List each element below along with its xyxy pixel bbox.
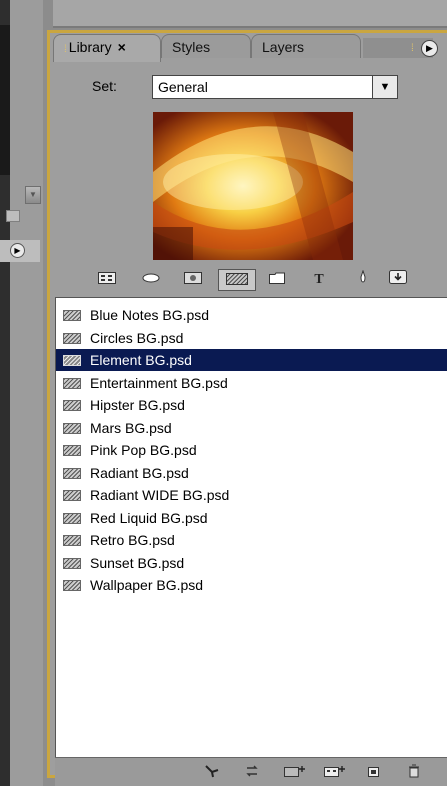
bottom-toolbar: [55, 757, 447, 786]
psd-file-icon: [63, 445, 81, 456]
tab-layers-label: Layers: [262, 39, 305, 55]
file-name: Hipster BG.psd: [90, 397, 185, 413]
panel-menu-icon[interactable]: ▶: [10, 243, 25, 258]
trash-icon[interactable]: [405, 764, 423, 780]
tab-library[interactable]: ⁞ Library ×: [53, 34, 161, 62]
close-icon[interactable]: ×: [118, 39, 126, 55]
panel-header: [53, 0, 447, 28]
apply-arrow-icon[interactable]: [203, 764, 221, 780]
tab-styles[interactable]: Styles: [161, 34, 251, 58]
file-name: Radiant WIDE BG.psd: [90, 487, 230, 503]
file-name: Pink Pop BG.psd: [90, 442, 197, 458]
psd-file-icon: [63, 400, 81, 411]
psd-file-icon: [63, 332, 81, 344]
psd-file-icon: [63, 310, 81, 321]
psd-file-icon: [63, 377, 81, 389]
file-name: Wallpaper BG.psd: [90, 577, 204, 593]
tab-bar: ⁞ Library × Styles Layers: [53, 34, 447, 62]
file-name: Mars BG.psd: [90, 419, 172, 436]
brush-icon[interactable]: [352, 269, 374, 291]
file-name: Entertainment BG.psd: [90, 374, 228, 391]
new-item-icon[interactable]: [365, 764, 383, 780]
list-item[interactable]: Pink Pop BG.psd: [56, 439, 447, 461]
new-grid-icon[interactable]: [323, 764, 349, 780]
list-item[interactable]: Circles BG.psd: [56, 327, 447, 349]
list-item[interactable]: Red Liquid BG.psd: [56, 507, 447, 529]
file-name: Sunset BG.psd: [90, 554, 185, 571]
panel-header-area: [43, 0, 447, 30]
text-icon[interactable]: T: [308, 269, 330, 291]
grip-icon: ⁞: [411, 43, 414, 54]
psd-file-icon: [63, 490, 81, 501]
list-item[interactable]: Sunset BG.psd: [56, 552, 447, 574]
list-item[interactable]: Entertainment BG.psd: [56, 372, 447, 394]
psd-file-icon: [63, 580, 81, 591]
oval-shape-icon[interactable]: [140, 269, 162, 291]
tab-library-label: Library: [68, 39, 112, 55]
grid-view-icon[interactable]: [96, 269, 118, 291]
file-name: Retro BG.psd: [90, 532, 175, 548]
set-label: Set:: [92, 78, 117, 94]
list-item[interactable]: Radiant BG.psd: [56, 462, 447, 484]
new-background-icon[interactable]: [283, 764, 309, 780]
folder-icon[interactable]: [266, 269, 288, 291]
list-item[interactable]: Hipster BG.psd: [56, 394, 447, 416]
file-list[interactable]: Blue Notes BG.psd Circles BG.psd Element B…: [55, 297, 447, 757]
psd-file-icon: [63, 467, 81, 479]
psd-file-icon: [63, 512, 81, 524]
panel-menu-icon[interactable]: ▶: [421, 40, 438, 57]
resize-grip[interactable]: [6, 210, 20, 222]
panel-options[interactable]: ⁞ ▶: [411, 40, 441, 60]
list-item[interactable]: Blue Notes BG.psd: [56, 304, 447, 326]
psd-file-icon: [63, 422, 81, 434]
list-item[interactable]: Element BG.psd: [56, 349, 447, 371]
chevron-down-icon[interactable]: ▼: [372, 76, 397, 98]
psd-file-icon: [63, 557, 81, 569]
tab-styles-label: Styles: [172, 39, 211, 55]
scroll-down-button[interactable]: ▼: [25, 186, 41, 204]
list-item[interactable]: Mars BG.psd: [56, 417, 447, 439]
list-item[interactable]: Radiant WIDE BG.psd: [56, 484, 447, 506]
library-toolbar: T: [96, 264, 416, 296]
file-name: Circles BG.psd: [90, 329, 184, 346]
collapsed-panel-tab[interactable]: ▶: [0, 240, 40, 262]
dock-divider: [0, 25, 10, 175]
set-dropdown[interactable]: General ▼: [152, 75, 398, 99]
tab-layers[interactable]: Layers: [251, 34, 361, 58]
preview-image: [153, 112, 353, 260]
file-name: Radiant BG.psd: [90, 464, 189, 481]
psd-file-icon: [63, 535, 81, 546]
psd-file-icon: [63, 355, 81, 366]
replace-icon[interactable]: [243, 764, 261, 780]
file-name: Element BG.psd: [90, 352, 192, 368]
file-name: Red Liquid BG.psd: [90, 509, 208, 526]
list-item[interactable]: Wallpaper BG.psd: [56, 574, 447, 596]
download-icon[interactable]: [386, 269, 410, 291]
collapsed-panel-dock: ▼ ▶: [0, 0, 43, 786]
left-dock-strip: [0, 0, 10, 786]
list-item[interactable]: Retro BG.psd: [56, 529, 447, 551]
image-icon[interactable]: [182, 269, 204, 291]
file-name: Blue Notes BG.psd: [90, 307, 210, 323]
background-icon[interactable]: [218, 269, 256, 291]
grip-icon: ⁞: [64, 44, 67, 55]
set-value: General: [158, 79, 208, 95]
